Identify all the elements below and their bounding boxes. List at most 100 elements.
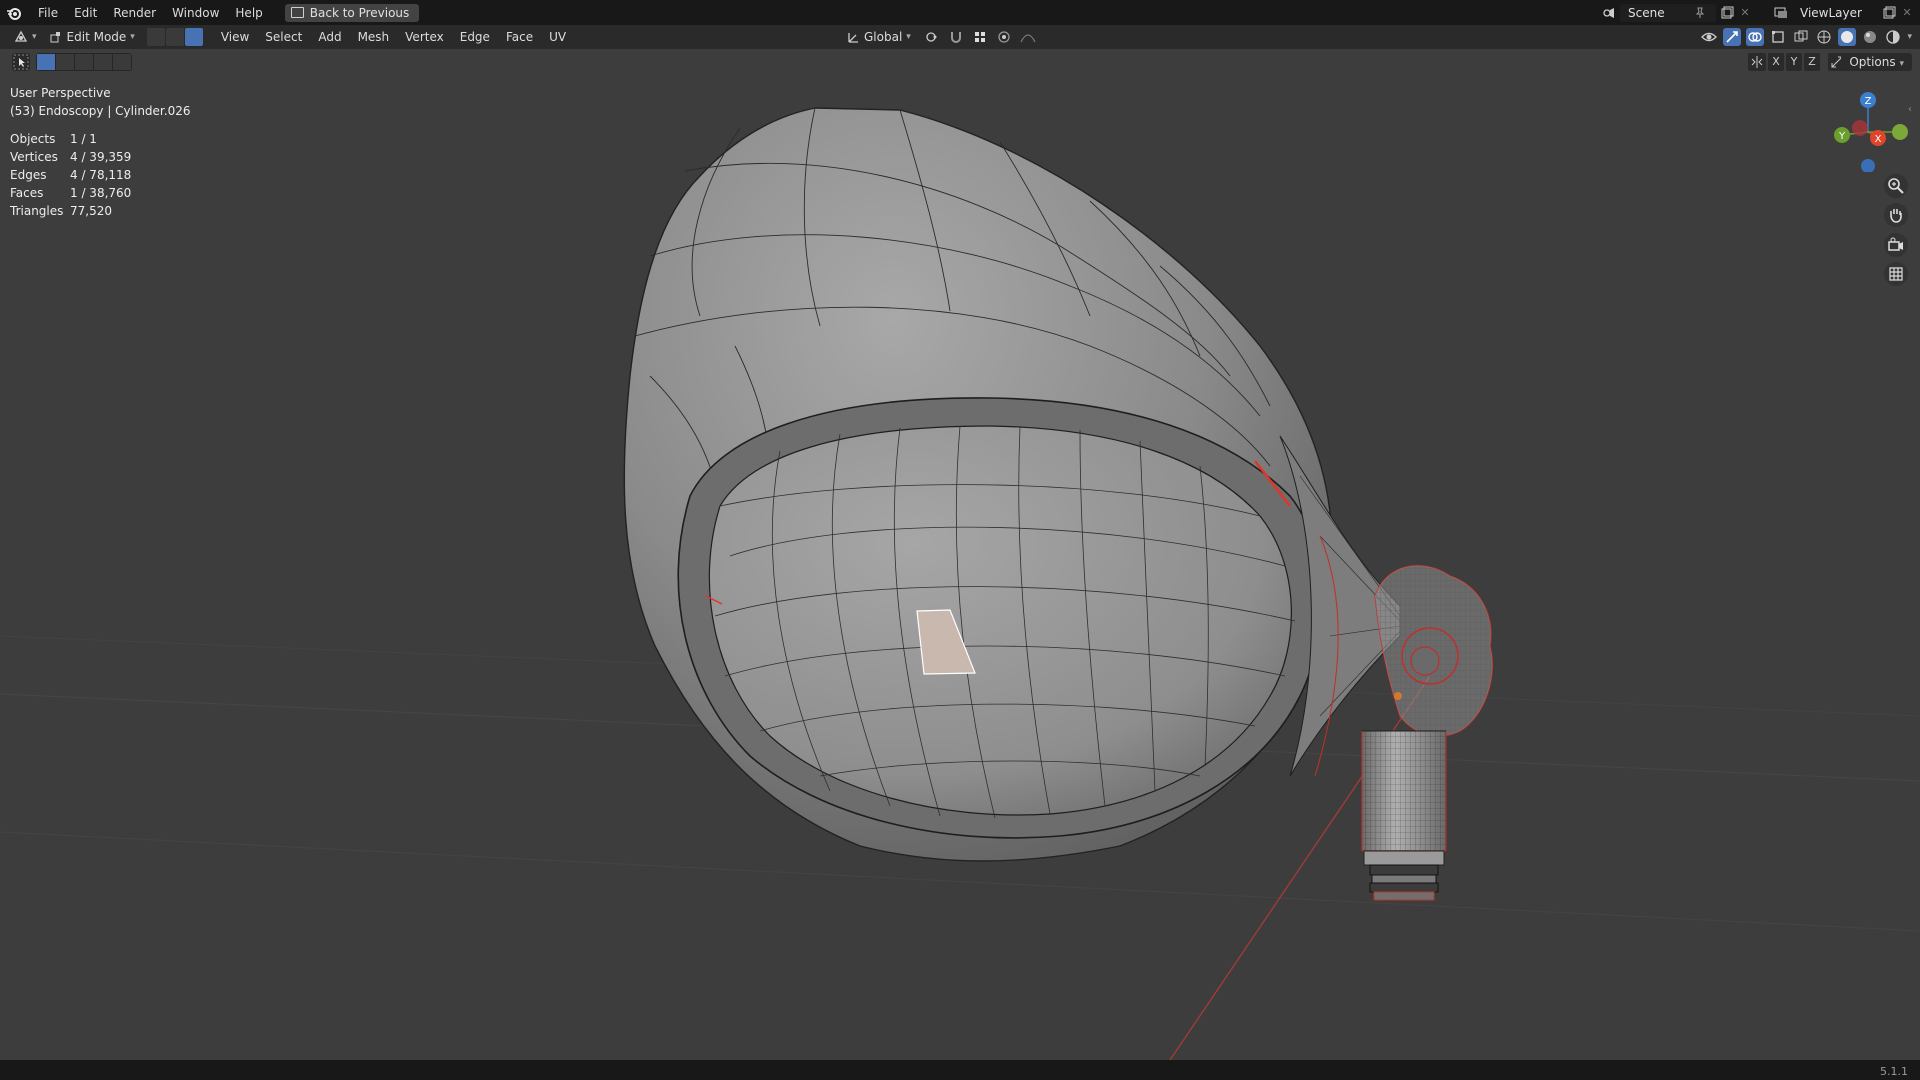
scene-name: Scene <box>1628 5 1665 20</box>
scene-field[interactable]: Scene <box>1620 3 1716 22</box>
navigation-gizmo[interactable]: Z Y X <box>1820 82 1920 172</box>
grid-ortho-icon[interactable] <box>1884 262 1908 286</box>
bowl-inner-surface[interactable] <box>708 425 1292 816</box>
stat-label: Objects <box>10 132 56 146</box>
gizmo-neg-z[interactable] <box>1861 159 1875 172</box>
zoom-icon[interactable] <box>1884 174 1908 198</box>
editor-type-dropdown[interactable]: ▾ <box>8 28 43 46</box>
viewport-text-overlay: User Perspective (53) Endoscopy | Cylind… <box>10 84 190 220</box>
menu-vertex[interactable]: Vertex <box>397 30 452 44</box>
screen-icon <box>290 7 304 18</box>
select-mode-group <box>146 28 203 46</box>
stat-label: Triangles <box>10 204 64 218</box>
gizmo-z-label: Z <box>1865 96 1872 107</box>
view-name: User Perspective <box>10 86 111 100</box>
mirror-options-icon[interactable] <box>1748 53 1766 71</box>
tool-settings-row: X Y Z Options ▾ <box>0 50 1920 76</box>
stat-value: 4 / 39,359 <box>70 150 132 164</box>
3d-viewport[interactable]: Z Y X ‹ <box>0 76 1920 1061</box>
options-dropdown[interactable]: Options ▾ <box>1841 53 1912 71</box>
menu-edge[interactable]: Edge <box>452 30 498 44</box>
vertex-select-icon[interactable] <box>146 28 165 46</box>
camera-icon[interactable] <box>1884 233 1908 257</box>
shading-solid-icon[interactable] <box>1838 28 1857 46</box>
menu-mesh[interactable]: Mesh <box>350 30 398 44</box>
new-scene-icon[interactable] <box>1720 6 1734 20</box>
proportional-editing-icon[interactable] <box>995 28 1013 46</box>
falloff-icon[interactable] <box>1019 28 1037 46</box>
mode-dropdown[interactable]: Edit Mode ▾ <box>43 28 141 46</box>
mesh-edit-overlay-icon[interactable] <box>1769 28 1787 46</box>
menu-window[interactable]: Window <box>164 2 227 24</box>
menu-view[interactable]: View <box>213 30 257 44</box>
snap-increment-icon[interactable] <box>971 28 989 46</box>
back-to-previous-button[interactable]: Back to Previous <box>284 3 420 22</box>
menu-render[interactable]: Render <box>105 2 164 24</box>
sidebar-toggle-icon[interactable]: ‹ <box>1908 104 1912 115</box>
viewlayer-name: ViewLayer <box>1800 5 1862 20</box>
overlays-toggle-icon[interactable] <box>1746 28 1765 46</box>
menu-edit[interactable]: Edit <box>66 2 105 24</box>
menu-select[interactable]: Select <box>257 30 310 44</box>
status-bar: 5.1.1 <box>0 1060 1920 1080</box>
select-intersect-icon[interactable] <box>113 54 131 70</box>
gizmo-toggle-icon[interactable] <box>1723 28 1742 46</box>
edge-select-icon[interactable] <box>165 28 184 46</box>
mirror-z-toggle[interactable]: Z <box>1804 53 1820 71</box>
mode-label: Edit Mode <box>66 30 127 44</box>
scene-icon[interactable] <box>1602 6 1616 20</box>
pivot-point-icon[interactable] <box>923 28 941 46</box>
transform-tools: Global ▾ <box>840 28 1037 46</box>
menu-add[interactable]: Add <box>310 30 349 44</box>
shading-material-icon[interactable] <box>1861 28 1879 46</box>
chevron-down-icon: ▾ <box>130 32 135 42</box>
threaded-end[interactable] <box>1363 850 1445 901</box>
shading-wireframe-icon[interactable] <box>1815 28 1833 46</box>
menu-file[interactable]: File <box>30 2 66 24</box>
menu-face[interactable]: Face <box>498 30 541 44</box>
select-tool-icon[interactable] <box>12 53 30 71</box>
stat-label: Vertices <box>10 150 58 164</box>
select-subtract-icon[interactable] <box>75 54 93 70</box>
viewport-scene[interactable] <box>0 76 1920 1061</box>
stat-label: Edges <box>10 168 47 182</box>
viewlayer-icon[interactable] <box>1774 6 1788 20</box>
orientation-icon <box>846 30 860 44</box>
chevron-down-icon[interactable]: ▾ <box>1907 32 1912 42</box>
viewlayer-field[interactable]: ViewLayer <box>1792 3 1878 22</box>
blender-logo-icon[interactable] <box>6 5 22 21</box>
menu-help[interactable]: Help <box>227 2 270 24</box>
snap-magnet-icon[interactable] <box>947 28 965 46</box>
gizmo-neg-x[interactable] <box>1852 120 1868 136</box>
mesh-object[interactable] <box>623 107 1493 901</box>
version-label: 5.1.1 <box>1880 1065 1908 1078</box>
knob-center <box>1410 646 1440 676</box>
chevron-down-icon: ▾ <box>906 32 911 42</box>
options-label: Options <box>1849 55 1896 69</box>
mirror-y-toggle[interactable]: Y <box>1786 53 1802 71</box>
select-invert-icon[interactable] <box>94 54 112 70</box>
tool-settings-left <box>12 53 132 71</box>
mirror-axes: X Y Z <box>1748 53 1846 71</box>
face-select-icon[interactable] <box>184 28 203 46</box>
new-viewlayer-icon[interactable] <box>1882 6 1896 20</box>
selection-mode-group <box>36 53 132 71</box>
hand-pan-icon[interactable] <box>1884 203 1908 227</box>
transform-orientation-dropdown[interactable]: Global ▾ <box>840 28 917 46</box>
object-info: (53) Endoscopy | Cylinder.026 <box>10 104 191 118</box>
pin-icon[interactable] <box>1694 6 1708 20</box>
select-extend-icon[interactable] <box>56 54 74 70</box>
close-viewlayer-icon[interactable]: ✕ <box>1900 6 1914 20</box>
stat-value: 1 / 1 <box>70 132 97 146</box>
menu-uv[interactable]: UV <box>541 30 574 44</box>
chevron-down-icon: ▾ <box>32 32 37 42</box>
mirror-x-toggle[interactable]: X <box>1768 53 1784 71</box>
stat-label: Faces <box>10 186 44 200</box>
gizmo-neg-y[interactable] <box>1892 124 1908 140</box>
xray-toggle-icon[interactable] <box>1792 28 1810 46</box>
visibility-icon[interactable] <box>1700 28 1718 46</box>
back-to-previous-label: Back to Previous <box>309 5 410 20</box>
close-icon[interactable]: ✕ <box>1738 6 1752 20</box>
select-new-icon[interactable] <box>37 54 55 70</box>
shading-rendered-icon[interactable] <box>1884 28 1902 46</box>
